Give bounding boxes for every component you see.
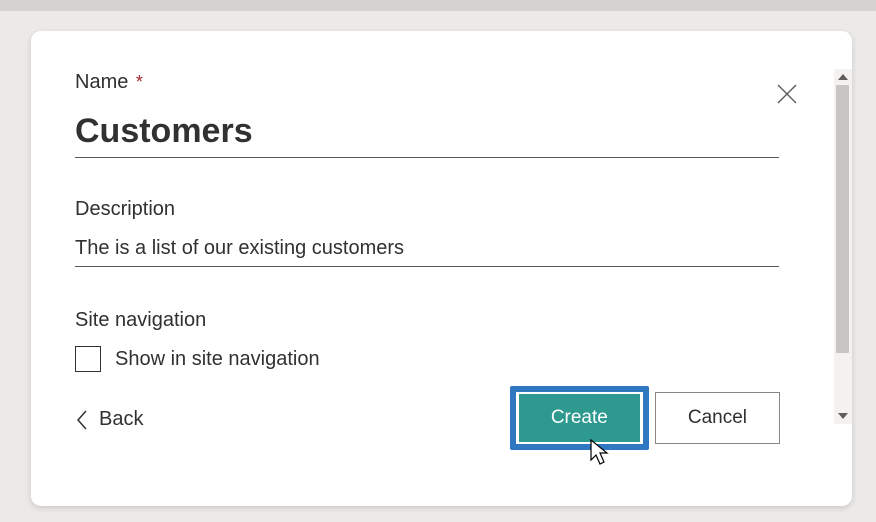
dialog-body: Name * Description Site navigation Show … xyxy=(75,71,782,431)
dialog-actions: Create Cancel xyxy=(510,386,780,450)
name-label: Name xyxy=(75,71,128,94)
site-navigation-label: Site navigation xyxy=(75,309,782,332)
show-in-navigation-row[interactable]: Show in site navigation xyxy=(75,346,782,372)
scroll-down-button[interactable] xyxy=(834,408,852,424)
scroll-up-button[interactable] xyxy=(834,69,852,85)
description-label: Description xyxy=(75,198,782,221)
scroll-thumb[interactable] xyxy=(836,85,849,353)
show-in-navigation-checkbox[interactable] xyxy=(75,346,101,372)
show-in-navigation-label: Show in site navigation xyxy=(115,348,320,371)
window-top-bar xyxy=(0,0,876,11)
dialog-scrollbar[interactable] xyxy=(834,69,852,424)
create-list-dialog: Name * Description Site navigation Show … xyxy=(31,31,852,506)
cancel-button[interactable]: Cancel xyxy=(655,392,780,444)
required-indicator: * xyxy=(136,72,143,92)
back-label: Back xyxy=(99,408,143,431)
chevron-left-icon xyxy=(75,409,89,431)
create-button-highlight: Create xyxy=(510,386,649,450)
create-button[interactable]: Create xyxy=(519,394,640,442)
back-button[interactable]: Back xyxy=(75,408,143,431)
name-label-row: Name * xyxy=(75,71,782,94)
description-input[interactable] xyxy=(75,225,779,267)
name-input[interactable] xyxy=(75,104,779,158)
